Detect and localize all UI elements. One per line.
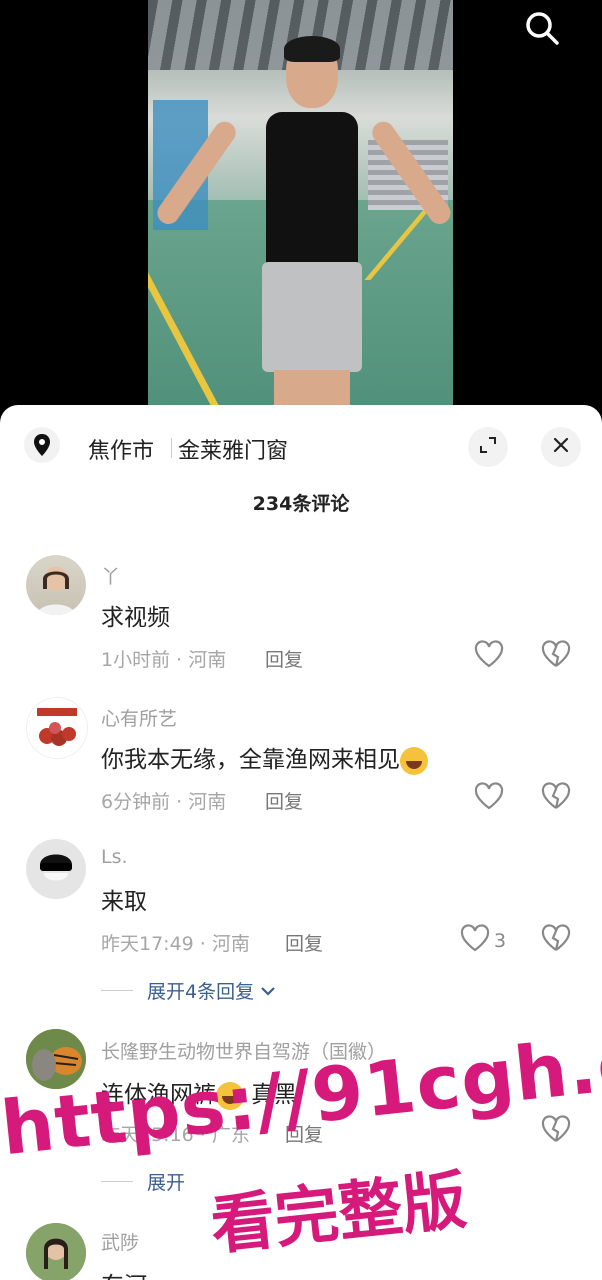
location-bar[interactable]: 焦作市 金莱雅门窗: [0, 405, 602, 487]
dislike-button[interactable]: [540, 924, 572, 956]
avatar[interactable]: [26, 697, 88, 759]
comment-meta: 昨天17:49 · 河南: [101, 933, 250, 955]
expand-replies-button[interactable]: 展开4条回复: [101, 977, 276, 1004]
location-city[interactable]: 焦作市: [88, 433, 154, 465]
divider: [101, 990, 133, 991]
like-button[interactable]: [474, 640, 504, 673]
comment-meta: 6分钟前 · 河南: [101, 791, 227, 813]
expand-replies-label: 展开: [147, 1172, 186, 1194]
reply-button[interactable]: 回复: [265, 645, 303, 672]
avatar[interactable]: [26, 555, 86, 615]
person: [153, 36, 453, 420]
broken-heart-icon: [541, 1115, 571, 1147]
dislike-button[interactable]: [540, 640, 572, 672]
comment-text: 求视频: [101, 605, 170, 631]
broken-heart-icon: [541, 924, 571, 956]
dislike-button[interactable]: [540, 1115, 572, 1147]
reply-button[interactable]: 回复: [265, 787, 303, 814]
comment-count-title: 234条评论: [252, 493, 350, 515]
video-player[interactable]: [0, 0, 602, 420]
laughing-emoji-icon: [400, 746, 428, 775]
comment-username[interactable]: 心有所艺: [101, 704, 177, 731]
comment-username[interactable]: Ls.: [101, 846, 128, 868]
close-button[interactable]: [541, 427, 581, 467]
comment-meta: 1小时前 · 河南: [101, 649, 227, 671]
location-separator: [171, 438, 172, 458]
like-count: 3: [494, 929, 507, 952]
search-button[interactable]: [520, 8, 564, 52]
video-frame: [148, 0, 453, 420]
comment-text: 你我本无缘，全靠渔网来相见: [101, 740, 428, 775]
expand-replies-label: 展开4条回复: [147, 981, 255, 1003]
comment-username[interactable]: 武陟: [101, 1228, 139, 1255]
broken-heart-icon: [541, 782, 571, 814]
comment-username[interactable]: 丫: [101, 562, 120, 589]
comment-text-body: 你我本无缘，全靠渔网来相见: [101, 747, 400, 773]
like-button[interactable]: 3: [460, 924, 506, 957]
like-button[interactable]: [474, 782, 504, 815]
chevron-down-icon: [260, 980, 276, 1002]
dislike-button[interactable]: [540, 782, 572, 814]
divider: [101, 1181, 133, 1182]
broken-heart-icon: [541, 640, 571, 672]
search-icon: [524, 10, 560, 50]
expand-button[interactable]: [468, 427, 508, 467]
heart-icon: [474, 782, 504, 815]
avatar[interactable]: [26, 1223, 86, 1280]
close-icon: [552, 436, 570, 458]
expand-replies-button[interactable]: 展开: [101, 1168, 185, 1195]
location-place[interactable]: 金莱雅门窗: [178, 433, 288, 465]
comment-text: 东河: [101, 1266, 147, 1280]
heart-icon: [460, 924, 490, 957]
location-pin-icon: [24, 427, 60, 463]
comment-text: 来取: [101, 889, 147, 915]
reply-button[interactable]: 回复: [285, 929, 323, 956]
expand-icon: [478, 435, 498, 459]
heart-icon: [474, 640, 504, 673]
avatar[interactable]: [26, 839, 86, 899]
